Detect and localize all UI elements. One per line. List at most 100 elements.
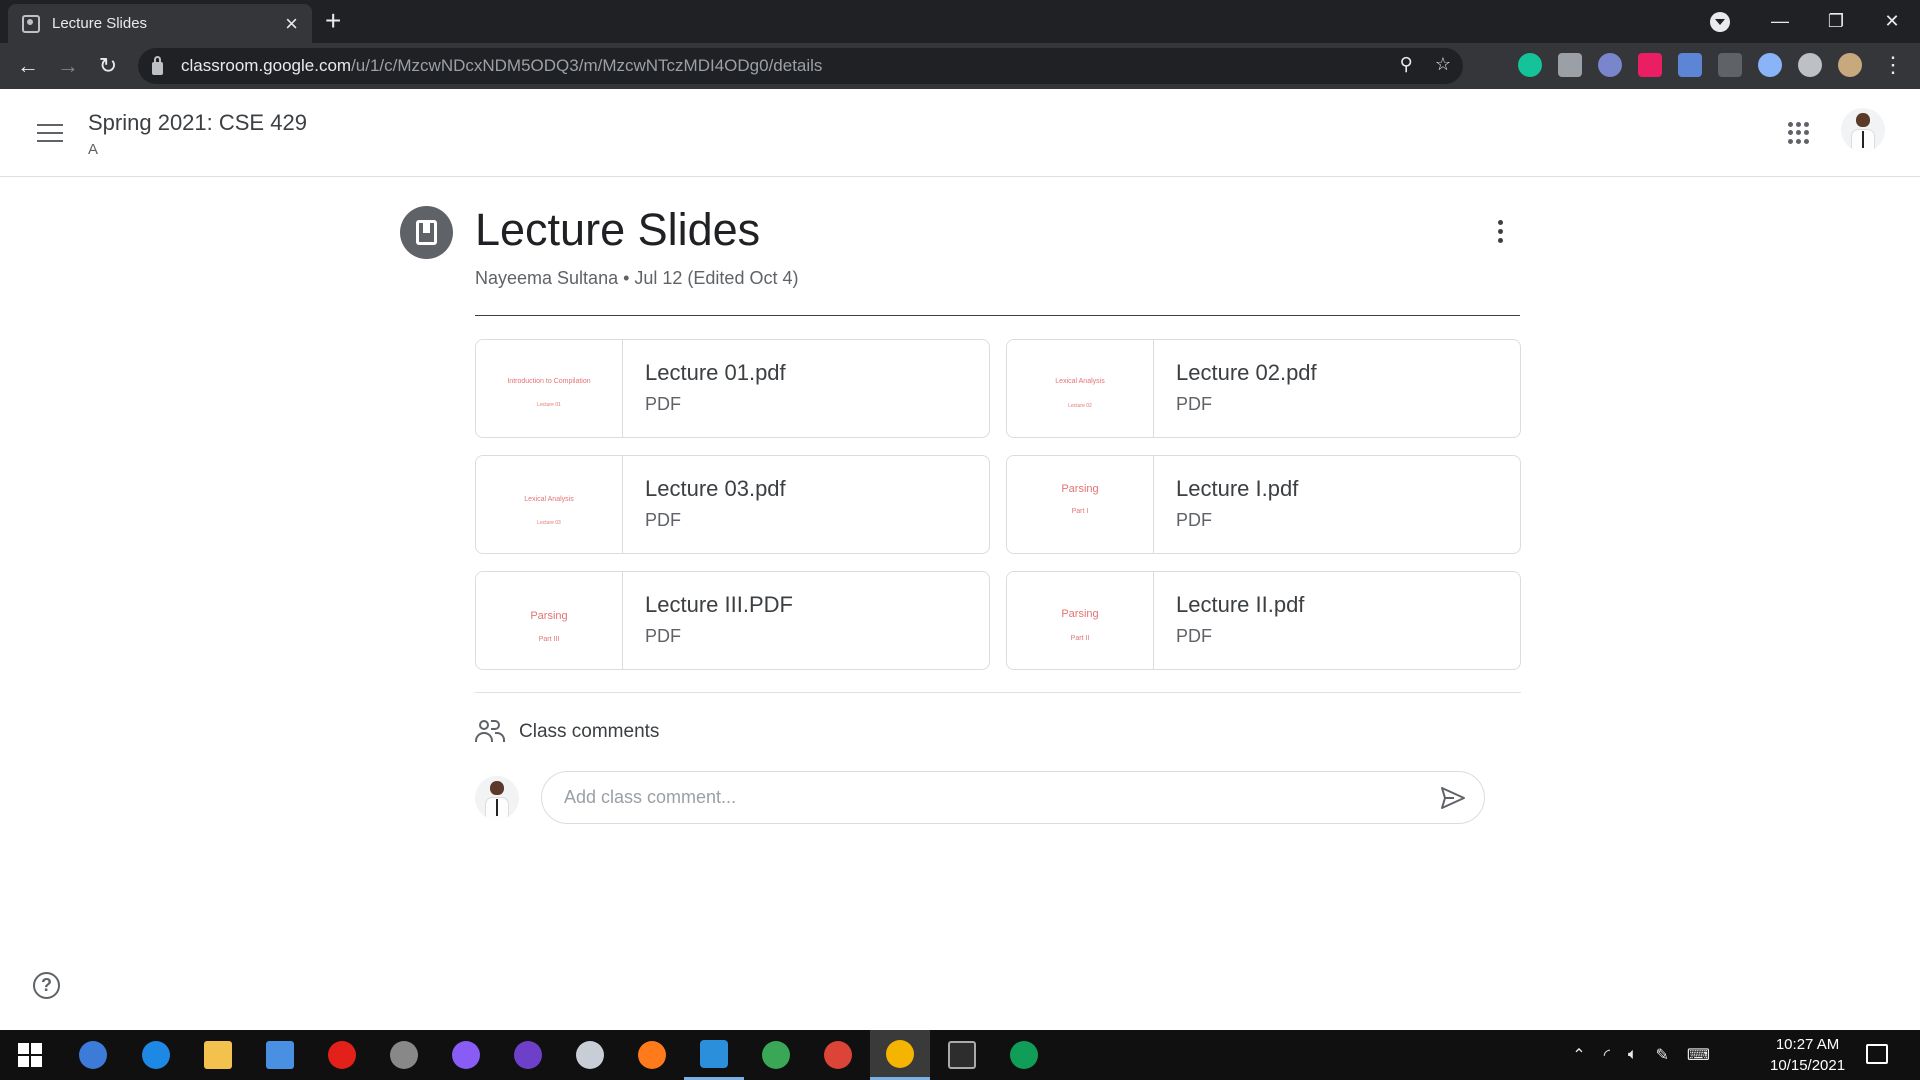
taskbar-chrome-active[interactable] (870, 1030, 930, 1080)
help-icon[interactable]: ? (33, 972, 60, 999)
divider (475, 315, 1520, 316)
taskbar-messenger[interactable] (436, 1030, 496, 1080)
grammarly-extension-icon[interactable] (1518, 53, 1542, 77)
attachment-thumbnail[interactable]: Parsing Part III (476, 572, 623, 669)
attachment-name[interactable]: Lecture III.PDF (645, 592, 793, 618)
more-options-icon[interactable] (1495, 220, 1505, 248)
attachment-card[interactable]: Parsing Part II Lecture II.pdf PDF (1006, 571, 1521, 670)
qbittorrent-icon (79, 1041, 107, 1069)
forward-arrow-icon[interactable]: → (48, 53, 88, 79)
attachment-type: PDF (645, 626, 681, 646)
chrome-profile-avatar[interactable] (1838, 53, 1862, 77)
taskbar-mail[interactable] (250, 1030, 310, 1080)
thumbnail-subtitle: Lecture 01 (537, 402, 561, 408)
account-avatar[interactable] (1841, 108, 1885, 152)
opera-icon (328, 1041, 356, 1069)
new-tab-button[interactable]: + (325, 6, 341, 36)
attachment-name[interactable]: Lecture I.pdf (1176, 476, 1298, 502)
minimize-button[interactable]: — (1752, 11, 1808, 32)
taskbar-github[interactable] (498, 1030, 558, 1080)
thumbnail-title: Lexical Analysis (524, 496, 574, 503)
notification-icon[interactable] (1866, 1044, 1888, 1064)
attachment-thumbnail[interactable]: Lexical Analysis Lecture 02 (1007, 340, 1154, 437)
network-icon[interactable]: ◜ (1604, 1045, 1610, 1065)
taskbar-edge[interactable] (126, 1030, 186, 1080)
volume-icon[interactable]: 🔈︎ (1628, 1046, 1638, 1064)
play-extension-icon[interactable] (1638, 53, 1662, 77)
attachment-card[interactable]: Parsing Part III Lecture III.PDF PDF (475, 571, 990, 670)
taskbar-firefox[interactable] (622, 1030, 682, 1080)
attachment-card[interactable]: Introduction to Compilation Lecture 01 L… (475, 339, 990, 438)
taskbar-app[interactable] (746, 1030, 806, 1080)
back-arrow-icon[interactable]: ← (8, 53, 48, 79)
thumbnail-subtitle: Part III (538, 636, 560, 643)
screen-extension-icon[interactable] (1718, 53, 1742, 77)
pen-icon[interactable]: ✎ (1656, 1045, 1669, 1065)
reload-icon[interactable]: ↻ (88, 53, 128, 79)
taskbar-vscode[interactable] (684, 1030, 744, 1080)
attachment-name[interactable]: Lecture 01.pdf (645, 360, 786, 386)
url-text[interactable]: classroom.google.com/u/1/c/MzcwNDcxNDM5O… (181, 56, 822, 76)
taskbar-chrome-profile[interactable] (994, 1030, 1054, 1080)
start-button[interactable] (0, 1030, 60, 1080)
attachment-name[interactable]: Lecture 03.pdf (645, 476, 786, 502)
taskbar-app[interactable] (560, 1030, 620, 1080)
chrome-menu-icon[interactable]: ⋮ (1882, 52, 1904, 78)
attachment-name[interactable]: Lecture 02.pdf (1176, 360, 1317, 386)
attachment-card[interactable]: Lexical Analysis Lecture 03 Lecture 03.p… (475, 455, 990, 554)
attachment-name[interactable]: Lecture II.pdf (1176, 592, 1304, 618)
attachment-thumbnail[interactable]: Parsing Part II (1007, 572, 1154, 669)
address-bar[interactable]: classroom.google.com/u/1/c/MzcwNDcxNDM5O… (138, 48, 1463, 84)
course-section: A (88, 141, 99, 158)
taskbar-qbittorrent[interactable] (63, 1030, 123, 1080)
thumbnail-subtitle: Lecture 03 (537, 520, 561, 526)
main-menu-icon[interactable] (37, 124, 63, 142)
thumbnail-title: Lexical Analysis (1055, 378, 1105, 385)
tab-search-icon[interactable] (1710, 12, 1730, 32)
attachment-type: PDF (1176, 626, 1212, 646)
pen-extension-icon[interactable] (1758, 53, 1782, 77)
keyboard-icon[interactable]: ⌨ (1687, 1045, 1710, 1065)
restore-button[interactable]: ❐ (1808, 11, 1864, 32)
edge-icon (142, 1041, 170, 1069)
attachment-card[interactable]: Parsing Part I Lecture I.pdf PDF (1006, 455, 1521, 554)
people-icon (475, 718, 507, 744)
attachment-thumbnail[interactable]: Lexical Analysis Lecture 03 (476, 456, 623, 553)
download-extension-icon[interactable] (1678, 53, 1702, 77)
classroom-favicon-icon (22, 14, 40, 33)
classroom-header: Spring 2021: CSE 429 A (0, 89, 1920, 177)
extension-icon[interactable] (1598, 53, 1622, 77)
thumbnail-title: Parsing (1061, 608, 1099, 620)
chevron-up-icon[interactable]: ⌃ (1572, 1045, 1585, 1065)
close-window-button[interactable]: ✕ (1864, 11, 1920, 32)
taskbar-opera[interactable] (312, 1030, 372, 1080)
chrome-icon (886, 1039, 914, 1068)
firefox-icon (638, 1041, 666, 1069)
send-icon[interactable] (1440, 786, 1466, 810)
taskbar-chrome[interactable] (808, 1030, 868, 1080)
material-meta: Nayeema Sultana • Jul 12 (Edited Oct 4) (475, 268, 799, 288)
clock-time: 10:27 AM (1775, 1036, 1840, 1053)
browser-tab[interactable]: Lecture Slides × (8, 4, 312, 43)
google-apps-icon[interactable] (1788, 122, 1810, 144)
attachment-card[interactable]: Lexical Analysis Lecture 02 Lecture 02.p… (1006, 339, 1521, 438)
bookmark-star-icon[interactable]: ☆ (1435, 54, 1451, 75)
class-comment-input[interactable] (564, 772, 1424, 823)
camera-extension-icon[interactable] (1558, 53, 1582, 77)
attachment-thumbnail[interactable]: Introduction to Compilation Lecture 01 (476, 340, 623, 437)
taskbar-clock[interactable]: 10:27 AM 10/15/2021 (1770, 1034, 1845, 1076)
attachment-type: PDF (645, 394, 681, 414)
attachment-thumbnail[interactable]: Parsing Part I (1007, 456, 1154, 553)
taskbar-app[interactable] (374, 1030, 434, 1080)
chrome-icon (1010, 1041, 1038, 1069)
tab-close-icon[interactable]: × (285, 12, 298, 35)
lock-icon[interactable] (152, 55, 163, 75)
page-title: Lecture Slides (475, 204, 761, 255)
messenger-icon (452, 1041, 480, 1069)
taskbar-file-explorer[interactable] (188, 1030, 248, 1080)
zoom-icon[interactable]: ⚲ (1400, 54, 1413, 75)
taskbar-terminal[interactable] (932, 1030, 992, 1080)
tab-title: Lecture Slides (52, 15, 148, 32)
course-title[interactable]: Spring 2021: CSE 429 (88, 110, 307, 136)
puzzle-extensions-icon[interactable] (1798, 53, 1822, 77)
